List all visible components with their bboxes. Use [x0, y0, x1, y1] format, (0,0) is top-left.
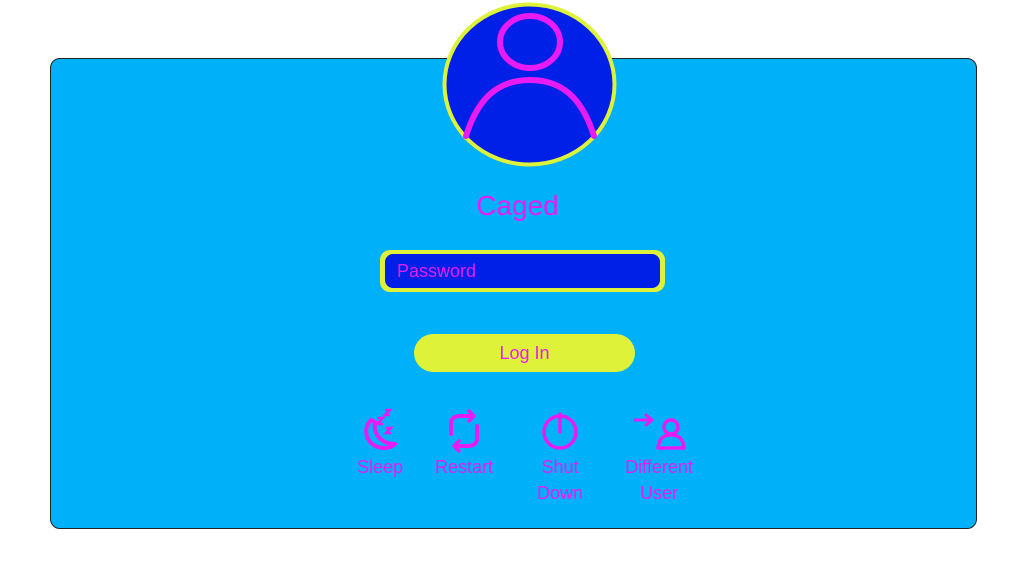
sleep-label: Sleep	[356, 457, 404, 477]
power-icon	[542, 412, 578, 450]
shut-down-label: Shut Down	[536, 457, 584, 503]
shut-down-button[interactable]: Shut Down	[527, 408, 593, 506]
different-user-label: Different User	[625, 457, 693, 503]
restart-label: Restart	[434, 457, 494, 477]
login-button[interactable]: Log In	[414, 334, 635, 372]
password-field-frame	[380, 250, 665, 292]
switch-user-icon	[633, 413, 686, 450]
sleep-icon	[364, 408, 397, 450]
different-user-button[interactable]: Different User	[617, 408, 701, 506]
restart-icon	[449, 409, 479, 453]
username-label: Caged	[476, 190, 559, 221]
user-avatar-icon	[442, 2, 617, 167]
password-input[interactable]	[385, 254, 660, 288]
restart-button[interactable]: Restart	[428, 408, 500, 480]
sleep-button[interactable]: Sleep	[346, 408, 414, 480]
